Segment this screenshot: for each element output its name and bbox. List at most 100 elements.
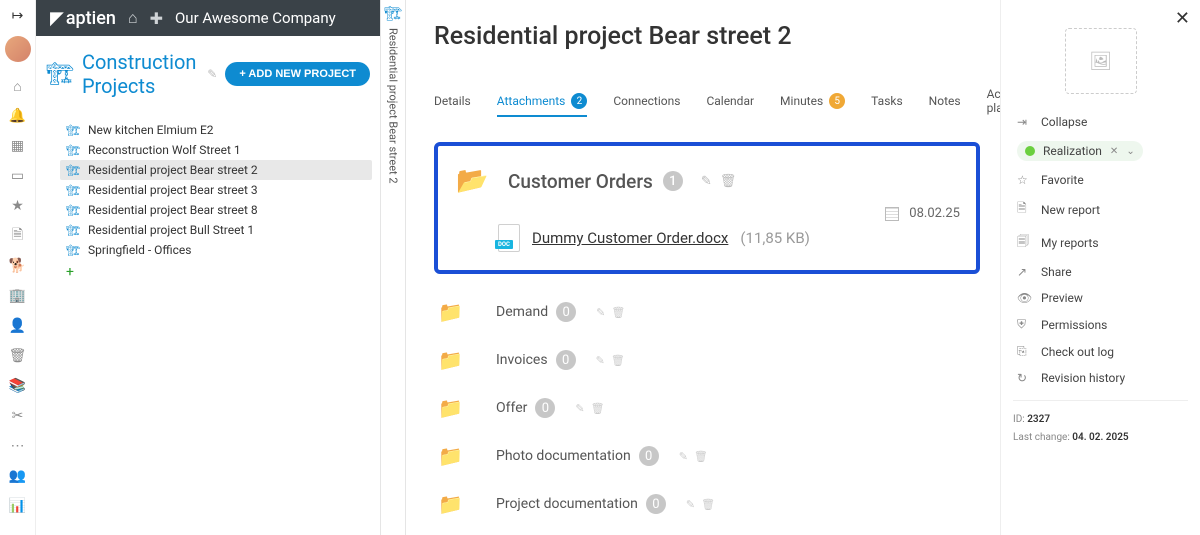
- revision-history-button[interactable]: ↻Revision history: [1013, 366, 1188, 390]
- panel-title[interactable]: Construction Projects: [82, 50, 199, 98]
- delete-icon[interactable]: 🗑: [611, 306, 625, 319]
- icon-rail: ↦ ⌂ 🔔 ▦ ▭ ★ 🗎 🐕 🏢 👤 🗑 📚 ✂ ⋯ 👥 📊: [0, 0, 36, 535]
- tab-attachments[interactable]: Attachments2: [497, 87, 588, 115]
- tab-connections[interactable]: Connections: [613, 88, 680, 114]
- reports-icon: 🗐: [1017, 232, 1031, 253]
- bell-icon[interactable]: 🔔: [8, 106, 28, 126]
- books-icon[interactable]: 📚: [8, 376, 28, 396]
- collapse-icon: ⇥: [1017, 115, 1031, 129]
- folder-name: Customer Orders: [508, 170, 653, 193]
- grid-icon[interactable]: ⋯: [8, 436, 28, 456]
- delete-icon[interactable]: 🗑: [611, 354, 625, 367]
- add-project-inline[interactable]: +: [60, 260, 372, 284]
- folder-row[interactable]: 📁 Project documentation0 ✎🗑: [434, 480, 980, 528]
- permissions-button[interactable]: ⛨Permissions: [1013, 312, 1188, 337]
- folder-row[interactable]: 📁 Offer0 ✎🗑: [434, 384, 980, 432]
- expand-arrow-icon[interactable]: ↦: [12, 8, 24, 24]
- tabs: Details Attachments2 Connections Calenda…: [434, 81, 980, 122]
- edit-icon[interactable]: ✎: [207, 67, 217, 81]
- home-top-icon[interactable]: ⌂: [128, 8, 138, 28]
- company-name: Our Awesome Company: [175, 9, 336, 27]
- people-icon[interactable]: 👥: [8, 466, 28, 486]
- app-logo[interactable]: ◤ aptien: [50, 8, 116, 29]
- edit-icon[interactable]: ✎: [596, 306, 605, 319]
- edit-icon[interactable]: ✎: [575, 402, 584, 415]
- shield-icon: ⛨: [1017, 317, 1031, 332]
- badge: 2: [571, 93, 587, 109]
- project-icon: 🏗: [66, 124, 80, 137]
- project-item[interactable]: 🏗Springfield - Offices: [60, 240, 372, 260]
- folder-icon: 📁: [438, 492, 476, 516]
- badge: 5: [829, 93, 845, 109]
- file-name[interactable]: Dummy Customer Order.docx: [532, 229, 728, 247]
- folder-row[interactable]: 📁 Photo documentation0 ✎🗑: [434, 432, 980, 480]
- vertical-tab[interactable]: 🏗 Residential project Bear street 2: [380, 0, 406, 535]
- meta-info: ID: 2327 Last change: 04. 02. 2025: [1013, 411, 1188, 447]
- tab-details[interactable]: Details: [434, 88, 471, 114]
- delete-icon[interactable]: 🗑: [720, 174, 737, 189]
- delete-icon[interactable]: 🗑: [591, 402, 605, 415]
- tab-tasks[interactable]: Tasks: [871, 88, 903, 114]
- edit-icon[interactable]: ✎: [701, 174, 712, 189]
- tab-minutes[interactable]: Minutes5: [780, 87, 845, 115]
- project-item[interactable]: 🏗Residential project Bull Street 1: [60, 220, 372, 240]
- doc-file-icon: [498, 224, 520, 252]
- file-row[interactable]: Dummy Customer Order.docx (11,85 KB): [456, 224, 958, 252]
- building-icon[interactable]: 🏢: [8, 286, 28, 306]
- add-top-icon[interactable]: ✚: [150, 9, 163, 28]
- project-item[interactable]: 🏗Residential project Bear street 3: [60, 180, 372, 200]
- folder-row[interactable]: 📁 Demand0 ✎🗑: [434, 288, 980, 336]
- new-report-button[interactable]: 🗎New report: [1013, 194, 1188, 225]
- project-item[interactable]: 🏗Residential project Bear street 8: [60, 200, 372, 220]
- share-button[interactable]: ↗Share: [1013, 260, 1188, 284]
- star-icon: ☆: [1017, 173, 1031, 187]
- attachments-section: 08.02.25 📂 Customer Orders 1 ✎ 🗑: [434, 142, 980, 528]
- tab-activity-plans[interactable]: Activity plans8: [987, 81, 1000, 121]
- dog-icon[interactable]: 🐕: [8, 256, 28, 276]
- person-icon[interactable]: 👤: [8, 316, 28, 336]
- star-icon[interactable]: ★: [8, 196, 28, 216]
- delete-icon[interactable]: 🗑: [701, 498, 715, 511]
- project-icon: 🏗: [66, 244, 80, 257]
- tab-calendar[interactable]: Calendar: [706, 88, 754, 114]
- folder-icon: 📁: [438, 348, 476, 372]
- project-icon: 🏗: [66, 164, 80, 177]
- project-item[interactable]: 🏗Reconstruction Wolf Street 1: [60, 140, 372, 160]
- edit-icon[interactable]: ✎: [679, 450, 688, 463]
- preview-button[interactable]: 👁Preview: [1013, 286, 1188, 310]
- edit-icon[interactable]: ✎: [596, 354, 605, 367]
- project-icon: 🏗: [66, 224, 80, 237]
- delete-icon[interactable]: 🗑: [694, 450, 708, 463]
- favorite-button[interactable]: ☆Favorite: [1013, 168, 1188, 192]
- doc-icon[interactable]: 🗎: [8, 226, 28, 246]
- tab-notes[interactable]: Notes: [929, 88, 961, 114]
- edit-icon[interactable]: ✎: [686, 498, 695, 511]
- chart-icon[interactable]: 📊: [8, 496, 28, 516]
- calendar-icon[interactable]: ▦: [8, 136, 28, 156]
- project-item[interactable]: 🏗New kitchen Elmium E2: [60, 120, 372, 140]
- folder-row[interactable]: 📁 Invoices0 ✎🗑: [434, 336, 980, 384]
- close-icon[interactable]: ✕: [1175, 8, 1190, 29]
- eye-icon: 👁: [1017, 291, 1031, 305]
- project-item-selected[interactable]: 🏗Residential project Bear street 2: [60, 160, 372, 180]
- trash-icon[interactable]: 🗑: [8, 346, 28, 366]
- box-icon[interactable]: ▭: [8, 166, 28, 186]
- add-project-button[interactable]: + ADD NEW PROJECT: [225, 62, 370, 86]
- status-row[interactable]: Realization ✕ ⌄: [1013, 136, 1188, 166]
- folder-icon: 📁: [438, 444, 476, 468]
- project-icon: 🏗: [66, 184, 80, 197]
- report-icon: 🗎: [1017, 199, 1031, 220]
- folder-row[interactable]: 📂 Customer Orders 1 ✎ 🗑: [456, 166, 958, 196]
- checkout-log-button[interactable]: ⎘Check out log: [1013, 339, 1188, 364]
- home-icon[interactable]: ⌂: [8, 76, 28, 96]
- file-size: (11,85 KB): [740, 229, 810, 247]
- my-reports-button[interactable]: 🗐My reports: [1013, 227, 1188, 258]
- project-icon: 🏗: [384, 6, 402, 22]
- chevron-down-icon[interactable]: ⌄: [1126, 146, 1134, 157]
- collapse-button[interactable]: ⇥Collapse: [1013, 110, 1188, 134]
- image-placeholder[interactable]: 🖼: [1065, 28, 1137, 94]
- tool-icon[interactable]: ✂: [8, 406, 28, 426]
- status-clear-icon[interactable]: ✕: [1110, 146, 1118, 157]
- avatar[interactable]: [5, 36, 31, 62]
- app-name: aptien: [66, 8, 116, 29]
